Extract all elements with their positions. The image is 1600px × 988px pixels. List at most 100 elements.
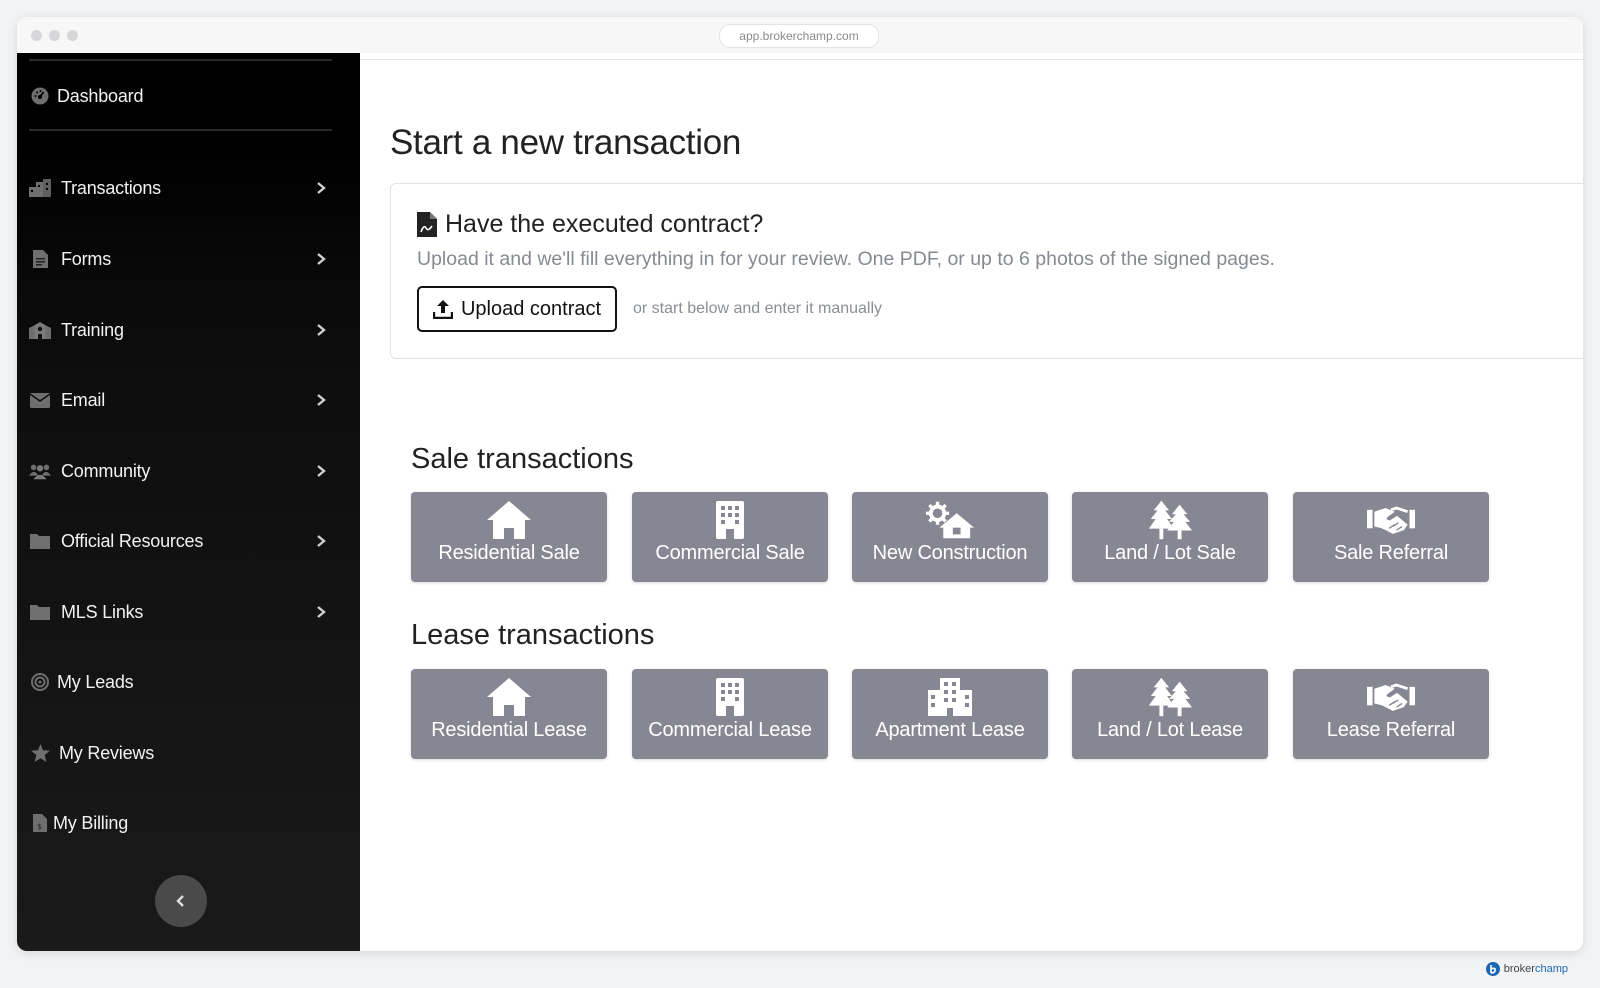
browser-window: app.brokerchamp.com Dashboard Transactio…	[17, 17, 1583, 951]
tile-land-lot-sale[interactable]: Land / Lot Sale	[1072, 492, 1268, 582]
school-icon	[29, 319, 51, 341]
sidebar-item-label: Transactions	[61, 177, 161, 198]
chevron-right-icon	[317, 606, 326, 618]
trees-icon	[1146, 500, 1194, 540]
tile-land-lot-lease[interactable]: Land / Lot Lease	[1072, 669, 1268, 759]
folder-icon	[29, 530, 51, 552]
sale-section-title: Sale transactions	[411, 443, 634, 475]
tile-residential-lease[interactable]: Residential Lease	[411, 669, 607, 759]
brokerchamp-logo: brokerchamp	[1485, 962, 1568, 976]
handshake-icon	[1367, 677, 1415, 717]
sidebar-divider	[29, 59, 332, 61]
sidebar-item-label: My Leads	[57, 671, 134, 692]
tile-label: Commercial Lease	[648, 719, 812, 741]
tile-apartment-lease[interactable]: Apartment Lease	[852, 669, 1048, 759]
sidebar-item-official-resources[interactable]: Official Resources	[17, 516, 360, 566]
sidebar-item-forms[interactable]: Forms	[17, 234, 360, 284]
target-icon	[29, 671, 51, 693]
brand-name-part2: champ	[1534, 963, 1568, 975]
handshake-icon	[1367, 500, 1415, 540]
browser-titlebar: app.brokerchamp.com	[17, 17, 1583, 54]
chevron-left-icon	[176, 895, 184, 907]
upload-button-label: Upload contract	[460, 297, 602, 320]
gear-house-icon	[926, 500, 974, 540]
sidebar-item-label: Official Resources	[61, 530, 204, 551]
brand-name-part1: broker	[1503, 963, 1535, 975]
main-content: Start a new transaction Have the execute…	[360, 53, 1583, 951]
dashboard-gauge-icon	[29, 85, 51, 107]
chevron-right-icon	[317, 182, 326, 194]
sidebar-item-mls-links[interactable]: MLS Links	[17, 587, 360, 637]
tile-label: Residential Sale	[438, 542, 580, 564]
sidebar-divider	[29, 129, 332, 131]
folder-icon	[29, 601, 51, 623]
sidebar-item-my-leads[interactable]: My Leads	[17, 657, 360, 707]
upload-contract-card: Have the executed contract? Upload it an…	[390, 183, 1583, 359]
tile-label: Residential Lease	[431, 719, 587, 741]
address-bar[interactable]: app.brokerchamp.com	[719, 24, 879, 48]
upload-icon	[432, 300, 453, 319]
invoice-icon: $	[29, 812, 51, 834]
sidebar-item-community[interactable]: Community	[17, 446, 360, 496]
tile-sale-referral[interactable]: Sale Referral	[1293, 492, 1489, 582]
maximize-window-dot[interactable]	[67, 30, 78, 41]
apartment-building-icon	[926, 677, 974, 717]
house-icon	[485, 500, 533, 540]
minimize-window-dot[interactable]	[49, 30, 60, 41]
tile-label: New Construction	[872, 542, 1028, 564]
house-icon	[485, 677, 533, 717]
sidebar-item-my-billing[interactable]: $ My Billing	[17, 798, 360, 848]
tile-label: Land / Lot Sale	[1104, 542, 1236, 564]
chevron-right-icon	[317, 253, 326, 265]
chevron-right-icon	[317, 465, 326, 477]
trees-icon	[1146, 677, 1194, 717]
manual-entry-hint: or start below and enter it manually	[633, 300, 883, 317]
upload-card-description: Upload it and we'll fill everything in f…	[417, 248, 1275, 270]
tile-label: Commercial Sale	[655, 542, 805, 564]
tile-lease-referral[interactable]: Lease Referral	[1293, 669, 1489, 759]
sidebar-item-label: Community	[61, 460, 151, 481]
chevron-right-icon	[317, 535, 326, 547]
sidebar-item-label: MLS Links	[61, 601, 144, 622]
city-buildings-icon	[29, 177, 51, 199]
tile-commercial-lease[interactable]: Commercial Lease	[632, 669, 828, 759]
sidebar-item-transactions[interactable]: Transactions	[17, 163, 360, 213]
brand-logo-icon	[1485, 962, 1500, 976]
upload-card-title: Have the executed contract?	[445, 210, 764, 238]
sidebar-item-label: Dashboard	[57, 85, 144, 106]
window-controls	[31, 30, 78, 41]
envelope-icon	[29, 389, 51, 411]
header-divider	[360, 59, 1583, 60]
collapse-sidebar-button[interactable]	[155, 875, 207, 927]
document-icon	[29, 248, 51, 270]
tile-commercial-sale[interactable]: Commercial Sale	[632, 492, 828, 582]
office-building-icon	[706, 677, 754, 717]
upload-contract-button[interactable]: Upload contract	[417, 286, 617, 332]
tile-label: Lease Referral	[1326, 719, 1456, 741]
page-title: Start a new transaction	[390, 123, 742, 162]
pdf-file-icon	[417, 212, 437, 237]
sidebar-item-label: Training	[61, 319, 124, 340]
star-icon	[29, 742, 51, 764]
sidebar-item-label: My Billing	[53, 812, 129, 833]
sidebar-item-label: My Reviews	[59, 742, 155, 763]
svg-text:$: $	[37, 822, 42, 831]
tile-label: Land / Lot Lease	[1097, 719, 1243, 741]
tile-residential-sale[interactable]: Residential Sale	[411, 492, 607, 582]
sidebar-item-my-reviews[interactable]: My Reviews	[17, 728, 360, 778]
sidebar-item-training[interactable]: Training	[17, 305, 360, 355]
sidebar-item-dashboard[interactable]: Dashboard	[17, 71, 360, 121]
chevron-right-icon	[317, 394, 326, 406]
chevron-right-icon	[317, 324, 326, 336]
tile-label: Apartment Lease	[875, 719, 1025, 741]
office-building-icon	[706, 500, 754, 540]
sidebar-item-label: Email	[61, 389, 106, 410]
sidebar-item-email[interactable]: Email	[17, 375, 360, 425]
sidebar: Dashboard Transactions Forms Training Em…	[17, 53, 360, 951]
tile-new-construction[interactable]: New Construction	[852, 492, 1048, 582]
upload-card-header: Have the executed contract?	[417, 210, 763, 239]
sidebar-item-label: Forms	[61, 248, 111, 269]
close-window-dot[interactable]	[31, 30, 42, 41]
lease-section-title: Lease transactions	[411, 619, 655, 651]
users-icon	[29, 460, 51, 482]
